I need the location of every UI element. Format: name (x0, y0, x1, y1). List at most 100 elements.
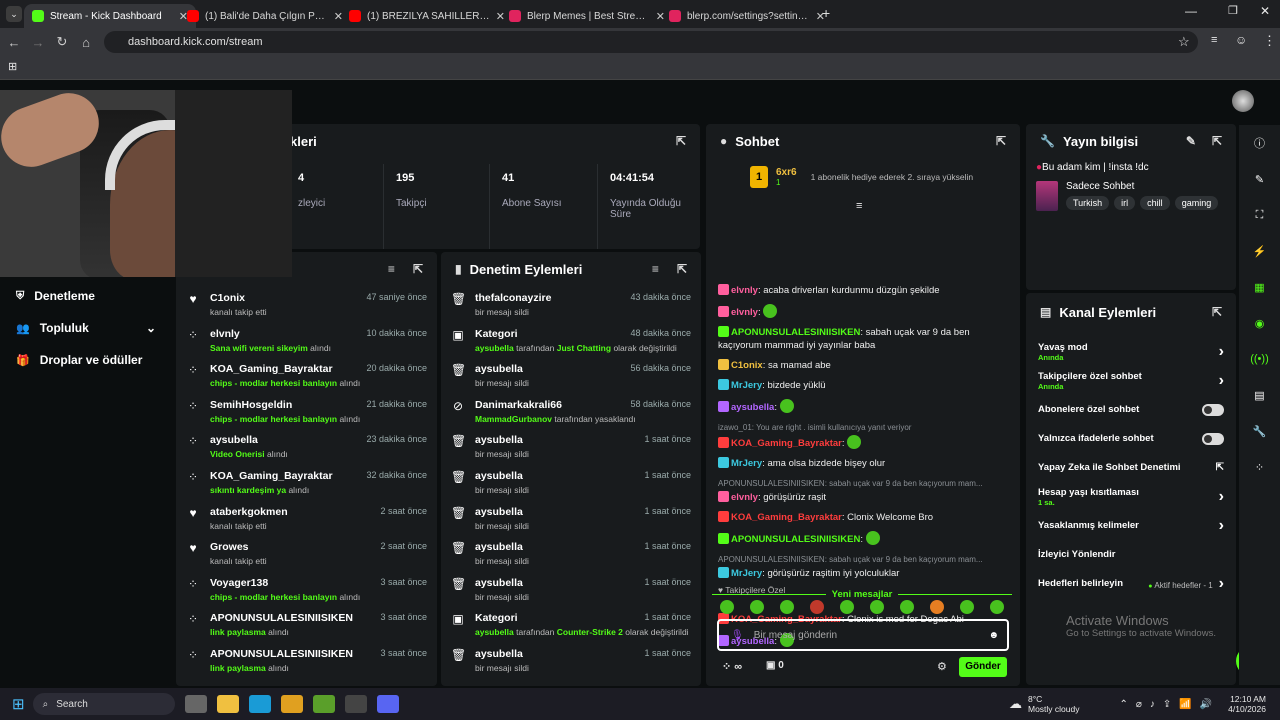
action-control[interactable]: ⇱ (1216, 462, 1224, 473)
browser-tab[interactable]: (1) Bali'de Daha Çılgın Parti Gör✕ (179, 4, 351, 28)
external-link-icon[interactable]: ⇱ (1216, 462, 1224, 473)
emote-icon[interactable] (750, 600, 764, 614)
chat-username[interactable]: APONUNSULALESINIISIKEN (731, 534, 860, 545)
emote-icon[interactable] (870, 600, 884, 614)
minimize-button[interactable]: — (1185, 4, 1197, 18)
filter-icon[interactable]: ≡ (652, 262, 659, 276)
user-avatar[interactable] (1232, 90, 1254, 112)
action-control[interactable]: › (1219, 372, 1224, 390)
nav-item-denetleme[interactable]: ⛨ Denetleme (0, 280, 170, 312)
emote-icon[interactable] (900, 600, 914, 614)
channel-action-row[interactable]: Yalnızca ifadelerle sohbet (1026, 424, 1236, 453)
toggle-switch[interactable] (1202, 403, 1224, 416)
channel-action-row[interactable]: Hesap yaşı kısıtlaması 1 sa. › (1026, 482, 1236, 511)
nav-item-topluluk[interactable]: 👥 Topluluk ⌄ (0, 312, 170, 344)
wrench-icon[interactable]: 🔧 (1239, 413, 1280, 449)
chevron-right-icon[interactable]: › (1219, 372, 1224, 389)
close-window-button[interactable]: ✕ (1260, 4, 1270, 18)
chat-username[interactable]: APONUNSULALESINIISIKEN (731, 327, 860, 338)
tag-chip[interactable]: Turkish (1066, 196, 1110, 210)
chat-settings-icon[interactable]: ⚙ (937, 660, 947, 673)
action-control[interactable]: › (1219, 343, 1224, 361)
popout-icon[interactable]: ⇱ (996, 134, 1006, 148)
chat-username[interactable]: MrJery (731, 380, 762, 391)
emote-icon[interactable] (720, 600, 734, 614)
chat-username[interactable]: C1onix (731, 360, 763, 371)
chrome-icon[interactable] (280, 695, 303, 713)
task-view-icon[interactable] (184, 695, 207, 713)
forward-button[interactable]: → (26, 35, 50, 50)
popout-icon[interactable]: ⇱ (413, 262, 423, 276)
chat-username[interactable]: MrJery (731, 568, 762, 579)
browser-tab[interactable]: blerp.com/settings?settingsTyp✕ (661, 4, 833, 28)
chevron-right-icon[interactable]: › (1219, 575, 1224, 592)
scroll-pin-icon[interactable]: ≡ (856, 200, 862, 212)
chat-bubble-icon[interactable]: ◉ (1239, 305, 1280, 341)
chat-username[interactable]: KOA_Gaming_Bayraktar (731, 512, 842, 523)
popout-icon[interactable]: ⇱ (676, 134, 686, 148)
chevron-right-icon[interactable]: › (1219, 343, 1224, 360)
nav-item-droplar[interactable]: 🎁 Droplar ve ödüller (0, 344, 170, 376)
popout-icon[interactable]: ⇱ (677, 262, 687, 276)
tag-chip[interactable]: chill (1140, 196, 1170, 210)
server-icon[interactable]: ▤ (1239, 377, 1280, 413)
reload-button[interactable]: ↻ (50, 34, 74, 50)
clipboard-icon[interactable]: ▦ (1239, 269, 1280, 305)
action-control[interactable] (1202, 432, 1224, 445)
channel-action-row[interactable]: İzleyici Yönlendir (1026, 540, 1236, 569)
channel-action-row[interactable]: Hedefleri belirleyin ● Aktif hedefler - 1… (1026, 569, 1236, 598)
chat-input[interactable]: 🎙 Bir mesaj gönderin ☻ (717, 619, 1009, 651)
chevron-down-icon[interactable]: ⌄ (146, 321, 156, 335)
chat-username[interactable]: aysubella (731, 402, 774, 413)
new-tab-button[interactable]: + (822, 5, 830, 21)
chat-username[interactable]: elvnly (731, 307, 758, 318)
tray-icons[interactable]: ⌃⌀♪⇪📶🔊 (1119, 699, 1220, 710)
chat-username[interactable]: KOA_Gaming_Bayraktar (731, 438, 842, 449)
chat-username[interactable]: elvnly (731, 492, 758, 503)
windows-start-icon[interactable]: ⊞ (12, 695, 25, 713)
emote-icon[interactable] (960, 600, 974, 614)
toggle-switch[interactable] (1202, 432, 1224, 445)
emote-icon[interactable] (990, 600, 1004, 614)
emote-icon[interactable] (810, 600, 824, 614)
action-control[interactable] (1202, 403, 1224, 416)
chevron-right-icon[interactable]: › (1219, 517, 1224, 534)
tag-chip[interactable]: irl (1114, 196, 1136, 210)
clock[interactable]: 12:10 AM 4/10/2026 (1228, 694, 1266, 714)
obs-icon[interactable] (344, 695, 367, 713)
points-display[interactable]: ⁘ ∞ (722, 660, 742, 673)
browser-tab[interactable]: (1) BREZİLYA SAHİLLERİNDE Sİ✕ (341, 4, 513, 28)
bolt-icon[interactable]: ⚡ (1239, 233, 1280, 269)
chat-username[interactable]: MrJery (731, 458, 762, 469)
maximize-button[interactable]: ❐ (1228, 4, 1238, 17)
edge-icon[interactable] (248, 695, 271, 713)
filter-icon[interactable]: ≡ (388, 262, 395, 276)
weather-widget[interactable]: ☁ 8°C Mostly cloudy (1009, 694, 1080, 714)
channel-action-row[interactable]: Takipçilere özel sohbet Anında › (1026, 366, 1236, 395)
action-control[interactable]: ● Aktif hedefler - 1 › (1148, 575, 1224, 593)
screen-capture-icon[interactable]: ⛶ (1239, 197, 1280, 233)
points-icon[interactable]: ⁘ (1239, 449, 1280, 485)
tab-search-icon[interactable]: ⌄ (6, 6, 22, 22)
channel-action-row[interactable]: Abonelere özel sohbet (1026, 395, 1236, 424)
popout-icon[interactable]: ⇱ (1212, 134, 1222, 148)
file-explorer-icon[interactable] (216, 695, 239, 713)
home-icon[interactable]: ⌂ (74, 35, 98, 50)
channel-action-row[interactable]: Yasaklanmış kelimeler › (1026, 511, 1236, 540)
channel-action-row[interactable]: Yapay Zeka ile Sohbet Denetimi ⇱ (1026, 453, 1236, 482)
emote-icon[interactable] (930, 600, 944, 614)
menu-icon[interactable]: ⋮ (1263, 33, 1276, 49)
chevron-right-icon[interactable]: › (1219, 488, 1224, 505)
app-icon[interactable] (312, 695, 335, 713)
action-control[interactable]: › (1219, 488, 1224, 506)
browser-tab[interactable]: Blerp Memes | Best Streamer Sou✕ (501, 4, 673, 28)
back-button[interactable]: ← (2, 35, 26, 50)
info-icon[interactable]: ⓘ (1239, 125, 1280, 161)
tag-chip[interactable]: gaming (1174, 196, 1219, 210)
mic-icon[interactable]: 🎙 (731, 630, 744, 641)
channel-action-row[interactable]: Yavaş mod Anında › (1026, 337, 1236, 366)
edit-icon[interactable]: ✎ (1186, 134, 1196, 148)
send-button[interactable]: Gönder (959, 657, 1007, 677)
browser-tab[interactable]: Stream - Kick Dashboard ✕ (24, 4, 196, 28)
media-icon[interactable]: ≡ (1211, 34, 1217, 46)
